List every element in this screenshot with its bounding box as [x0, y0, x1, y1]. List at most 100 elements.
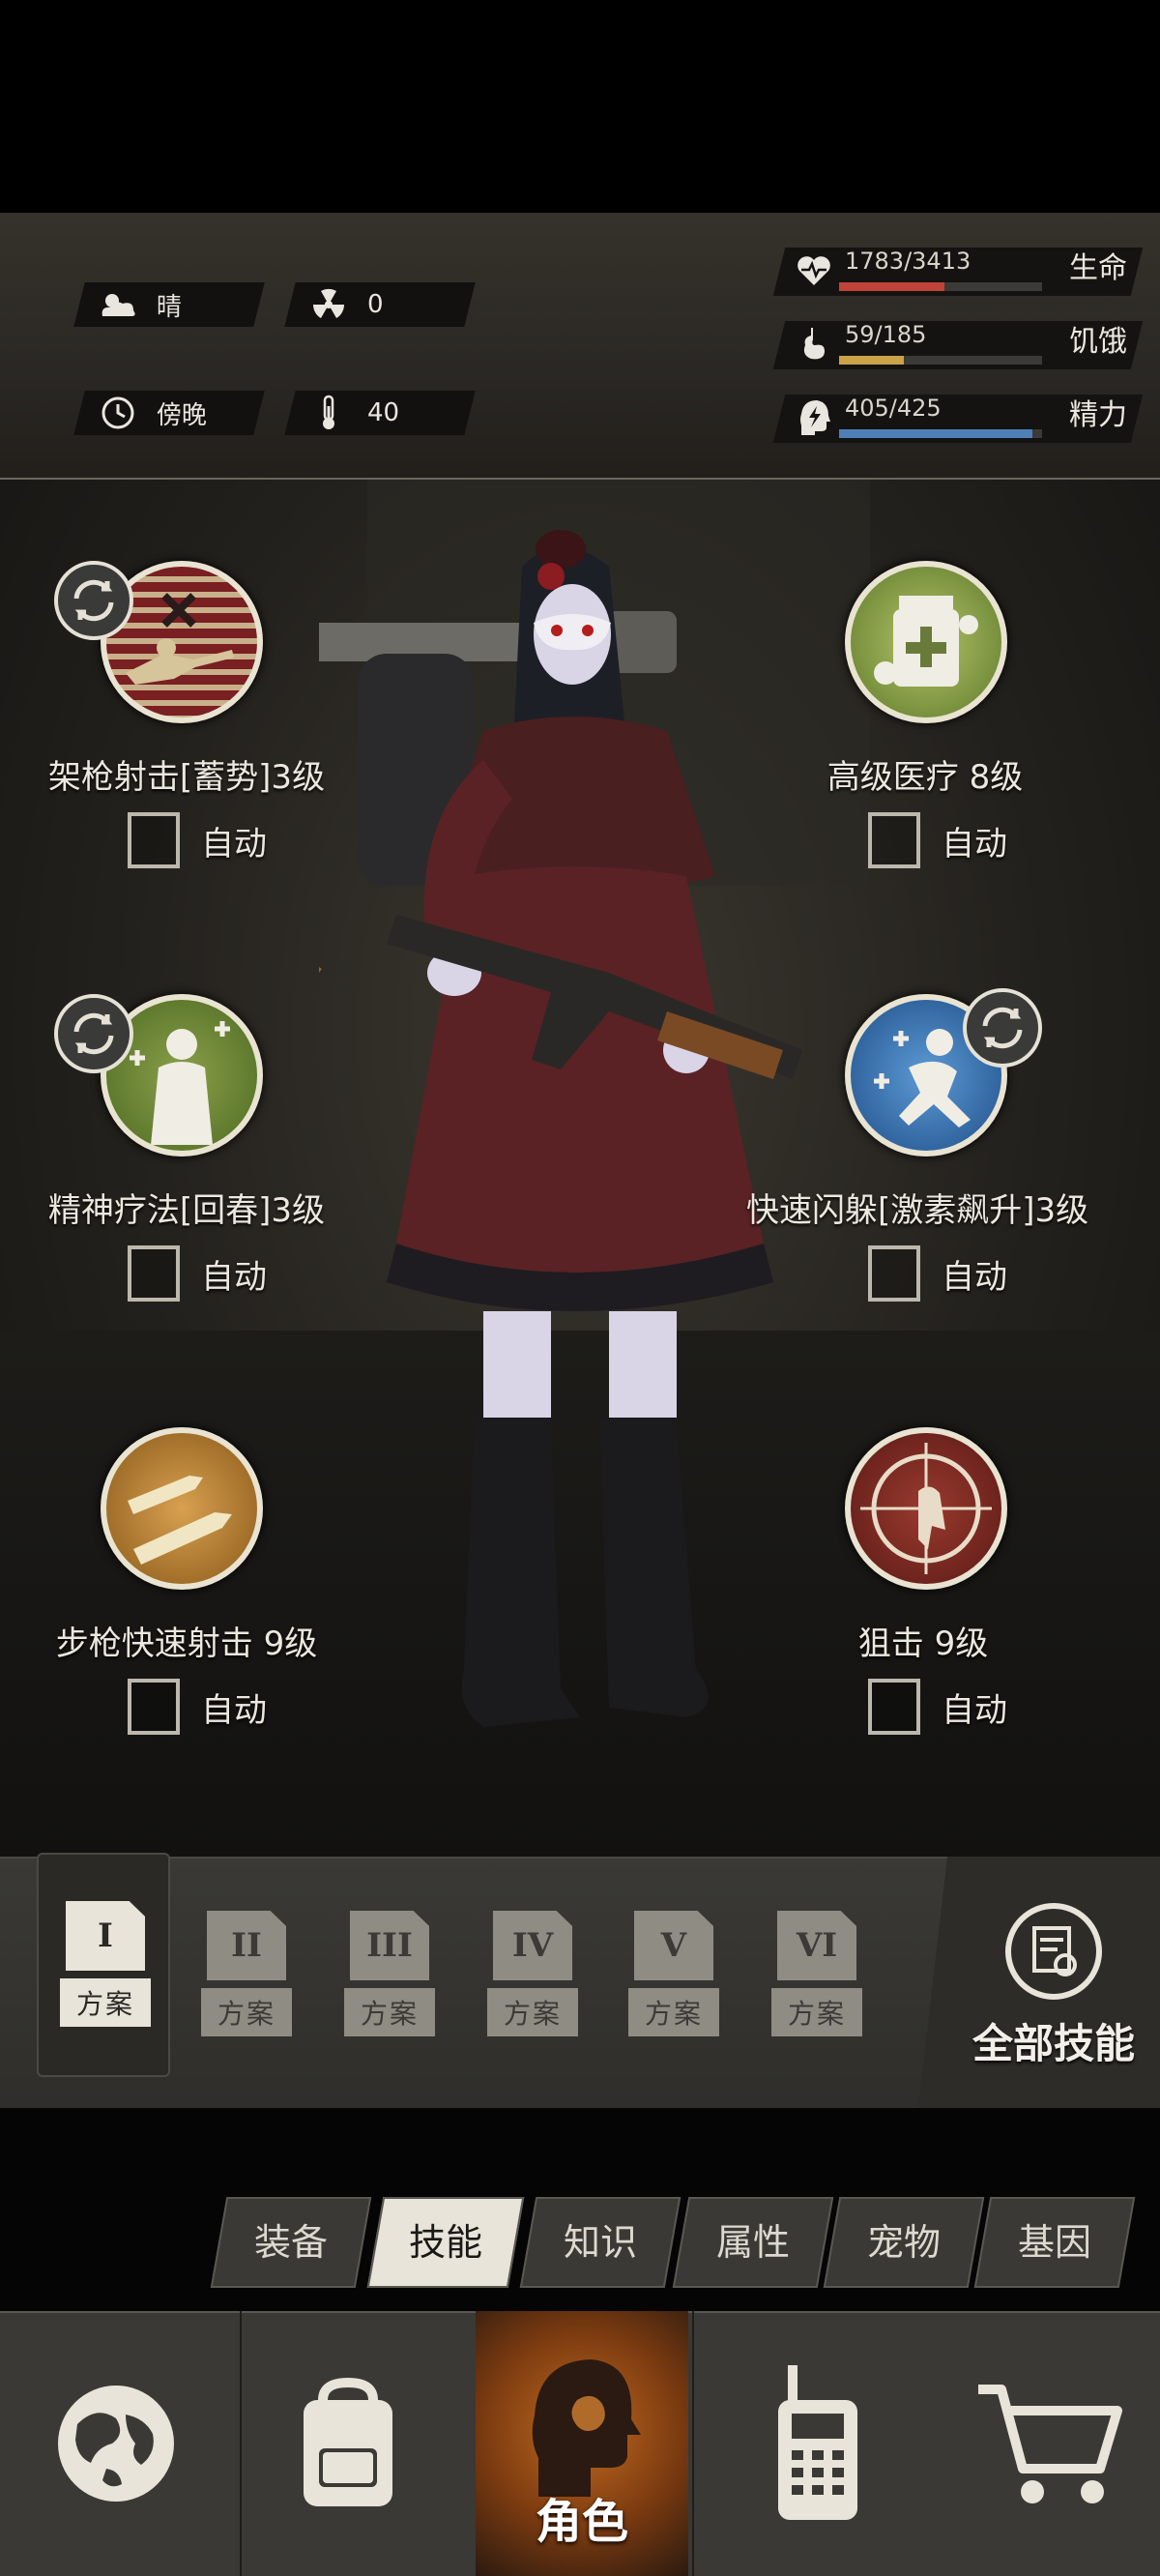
health-stat: 1783/3413 生命 [772, 242, 1144, 300]
tab-attributes[interactable]: 属性 [672, 2197, 834, 2288]
radiation-icon [305, 285, 352, 324]
plan-3-button[interactable]: III 方案 [344, 1911, 435, 2036]
cart-icon [978, 2385, 1122, 2503]
swap-skill-button[interactable] [54, 561, 133, 640]
skill-name: 快速闪躲[激素飙升]3级 [746, 1191, 1089, 1230]
tab-label: 装备 [253, 2221, 328, 2264]
auto-checkbox[interactable] [868, 1245, 920, 1302]
skill-name: 狙击 9级 [857, 1625, 989, 1663]
radiation-chip: 0 [284, 282, 476, 327]
skill-slot-4: 快速闪躲[激素飙升]3级 自动 [746, 988, 1088, 1313]
swap-arrows-icon [73, 579, 114, 622]
plan-numeral: VI [777, 1911, 856, 1980]
auto-checkbox[interactable] [868, 812, 920, 868]
tab-skills[interactable]: 技能 [366, 2197, 525, 2288]
auto-label: 自动 [942, 1257, 1007, 1297]
auto-label: 自动 [942, 1690, 1007, 1730]
plan-label: 方案 [771, 1988, 862, 2036]
plan-2-button[interactable]: II 方案 [201, 1911, 292, 2036]
plan-label: 方案 [487, 1988, 578, 2036]
hunger-value: 59/185 [845, 321, 927, 348]
plan-numeral: IV [493, 1911, 572, 1980]
skill-slot-2: 高级医疗 8级 自动 [766, 561, 1085, 880]
energy-stat: 405/425 精力 [772, 389, 1144, 447]
character-head-icon [532, 2359, 641, 2497]
auto-label: 自动 [201, 824, 267, 864]
medkit-icon[interactable] [845, 561, 1007, 723]
plan-1-button[interactable]: I 方案 [60, 1901, 151, 2027]
plan-label: 方案 [628, 1988, 719, 2036]
auto-checkbox[interactable] [128, 812, 180, 868]
temperature-value: 40 [367, 398, 400, 427]
plan-label: 方案 [60, 1978, 151, 2027]
thermometer-icon [305, 394, 352, 432]
auto-toggle[interactable]: 自动 [868, 1679, 1007, 1735]
plan-5-button[interactable]: V 方案 [628, 1911, 719, 2036]
swap-skill-button[interactable] [54, 994, 133, 1073]
hunger-bar [839, 356, 1042, 365]
weather-text: 晴 [157, 292, 183, 322]
plan-6-button[interactable]: VI 方案 [771, 1911, 862, 2036]
heart-pulse-icon [793, 249, 835, 292]
swap-skill-button[interactable] [963, 988, 1042, 1068]
health-value: 1783/3413 [845, 248, 972, 275]
auto-toggle[interactable]: 自动 [868, 1245, 1007, 1302]
all-skills-label: 全部技能 [972, 2020, 1135, 2067]
auto-toggle[interactable]: 自动 [128, 1679, 267, 1735]
globe-icon [58, 2386, 174, 2502]
nav-radio-button[interactable] [711, 2311, 924, 2576]
skill-slot-5: 步枪快速射击 9级 自动 [27, 1427, 346, 1746]
tab-pets[interactable]: 宠物 [823, 2197, 985, 2288]
plan-numeral: V [634, 1911, 713, 1980]
skill-slot-6: 狙击 9级 自动 [764, 1427, 1083, 1746]
auto-toggle[interactable]: 自动 [128, 1245, 267, 1302]
energy-label: 精力 [1069, 398, 1127, 432]
tab-label: 宠物 [866, 2221, 941, 2264]
health-label: 生命 [1069, 251, 1127, 285]
nav-map-button[interactable] [10, 2311, 222, 2576]
magnifier-icon [1005, 1903, 1102, 2000]
time-of-day-text: 傍晚 [157, 400, 208, 430]
stomach-icon [793, 323, 835, 366]
radiation-value: 0 [367, 290, 384, 319]
tab-label: 技能 [408, 2221, 482, 2264]
nav-shop-button[interactable] [943, 2311, 1156, 2576]
plan-numeral: III [350, 1911, 429, 1980]
tab-genes[interactable]: 基因 [973, 2197, 1136, 2288]
energy-bar [839, 429, 1042, 438]
auto-toggle[interactable]: 自动 [868, 812, 1007, 868]
auto-checkbox[interactable] [868, 1679, 920, 1735]
plan-numeral: I [66, 1901, 145, 1971]
temperature-chip: 40 [284, 391, 476, 435]
tab-knowledge[interactable]: 知识 [519, 2197, 682, 2288]
auto-label: 自动 [942, 824, 1007, 864]
plan-label: 方案 [201, 1988, 292, 2036]
crosshair-icon[interactable] [845, 1427, 1007, 1590]
time-chip: 傍晚 [73, 391, 265, 435]
auto-label: 自动 [201, 1257, 267, 1297]
hunger-stat: 59/185 饥饿 [772, 315, 1144, 373]
plan-numeral: II [207, 1911, 286, 1980]
tab-label: 知识 [563, 2221, 637, 2264]
all-skills-button[interactable]: 全部技能 [918, 1857, 1160, 2108]
auto-checkbox[interactable] [128, 1245, 180, 1302]
tab-equipment[interactable]: 装备 [210, 2197, 372, 2288]
nav-character-label: 角色 [535, 2495, 628, 2549]
skill-name: 步枪快速射击 9级 [55, 1625, 318, 1663]
clock-icon [95, 394, 141, 432]
backpack-icon [304, 2377, 392, 2506]
nav-inventory-button[interactable] [242, 2311, 454, 2576]
auto-toggle[interactable]: 自动 [128, 812, 267, 868]
auto-checkbox[interactable] [128, 1679, 180, 1735]
plan-4-button[interactable]: IV 方案 [487, 1911, 578, 2036]
head-energy-icon [793, 396, 835, 439]
rifle-bullets-icon[interactable] [101, 1427, 263, 1590]
skill-slot-3: 精神疗法[回春]3级 自动 [27, 994, 346, 1313]
auto-label: 自动 [201, 1690, 267, 1730]
nav-character-button[interactable]: 角色 [476, 2311, 688, 2576]
energy-value: 405/425 [845, 395, 942, 422]
nav-divider [692, 2311, 694, 2576]
swap-arrows-icon [982, 1007, 1023, 1049]
health-bar [839, 282, 1042, 291]
walkie-talkie-icon [778, 2365, 857, 2520]
